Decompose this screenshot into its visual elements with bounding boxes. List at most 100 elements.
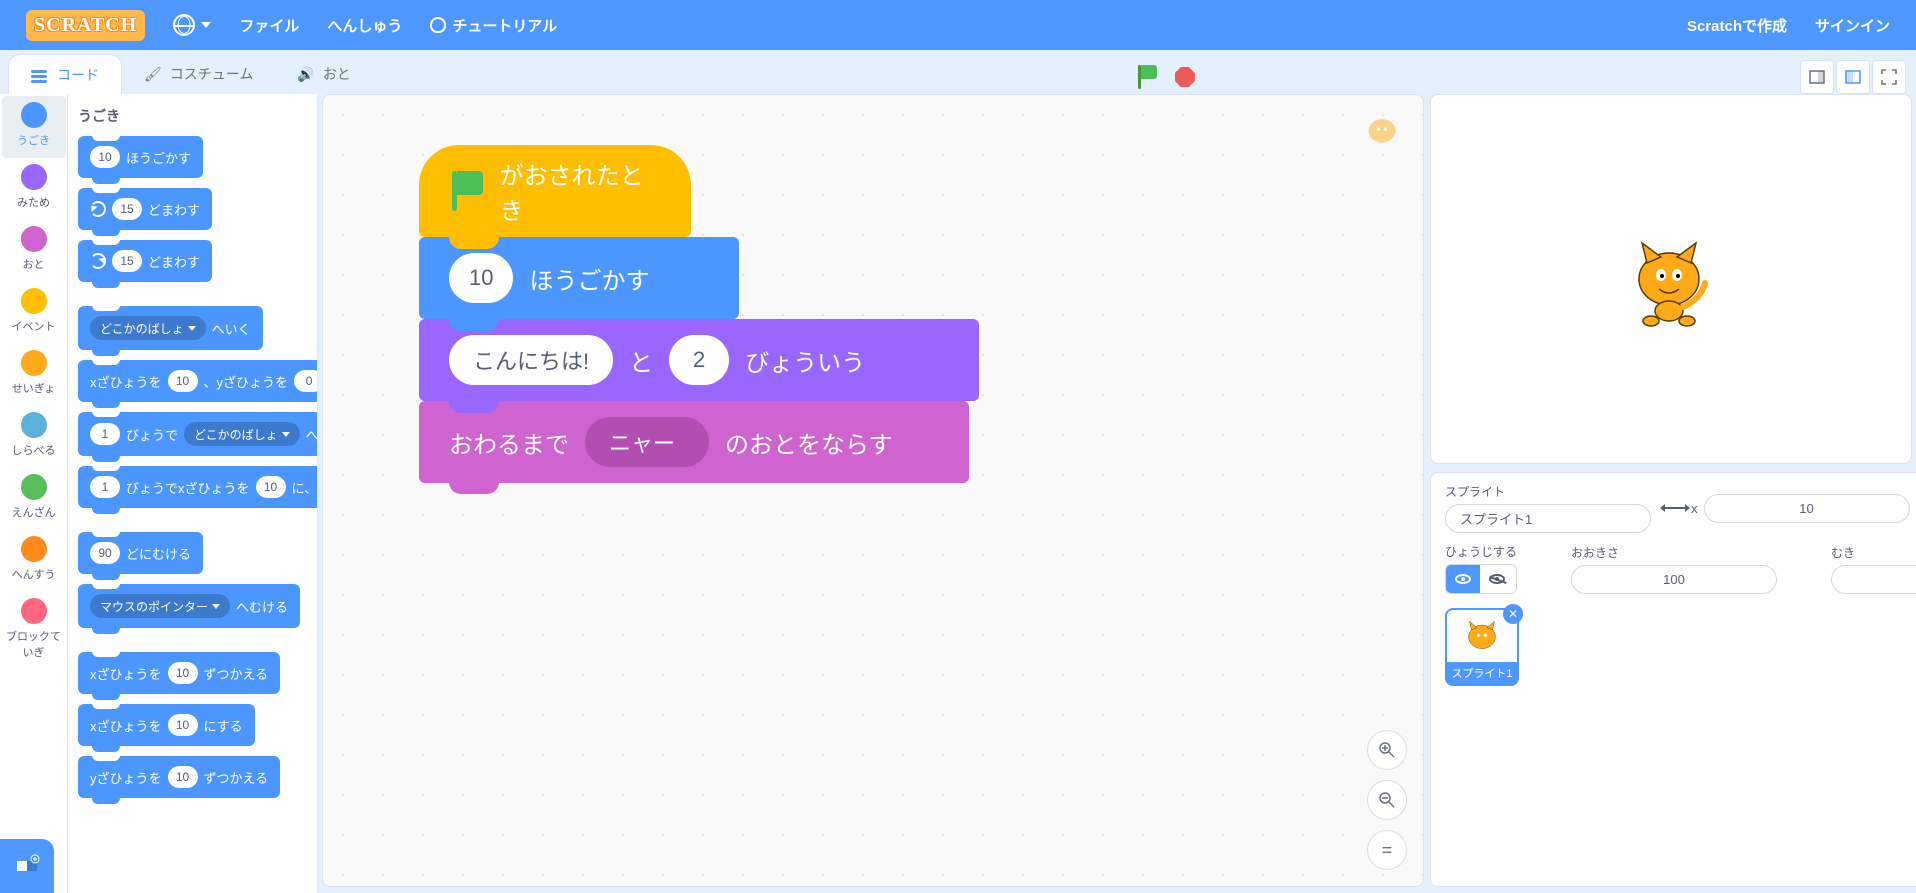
- zoom-out-button[interactable]: [1367, 780, 1407, 820]
- script-stack[interactable]: がおされたとき 10 ほうごかす こんにちは! と 2 びょういう おわるまで: [419, 145, 979, 483]
- num-input[interactable]: 0: [294, 370, 318, 392]
- block-play-sound-until-done[interactable]: おわるまで ニャー のおとをならす: [419, 401, 969, 483]
- green-flag-icon: [1136, 65, 1158, 89]
- language-menu[interactable]: [159, 14, 225, 36]
- block-move-steps-script[interactable]: 10 ほうごかす: [419, 237, 739, 319]
- category-control[interactable]: せいぎょ: [2, 344, 66, 406]
- stop-button[interactable]: [1171, 63, 1199, 91]
- sign-in-button[interactable]: サインイン: [1801, 15, 1904, 36]
- block-turn-cw[interactable]: 15 どまわす: [78, 188, 212, 230]
- block-palette: うごき 10 ほうごかす 15 どまわす 15 どまわす どこかのばしょ へいく…: [68, 94, 318, 893]
- zoom-controls: =: [1367, 730, 1407, 870]
- num-input[interactable]: 10: [168, 662, 198, 684]
- stage-small-button[interactable]: [1800, 60, 1834, 94]
- extension-icon: [14, 853, 40, 879]
- category-motion[interactable]: うごき: [2, 96, 66, 158]
- size-label: おおきさ: [1571, 544, 1777, 561]
- rotate-cw-icon: [90, 201, 106, 217]
- add-extension-button[interactable]: [0, 839, 54, 893]
- num-input[interactable]: 15: [112, 250, 142, 272]
- block-change-x[interactable]: xざひょうを 10 ずつかえる: [78, 652, 280, 694]
- category-variables[interactable]: へんすう: [2, 530, 66, 592]
- x-label: x: [1691, 501, 1698, 516]
- num-input[interactable]: 10: [168, 714, 198, 736]
- direction-label: むき: [1831, 544, 1916, 561]
- num-input[interactable]: 10: [256, 476, 286, 498]
- num-input[interactable]: 15: [112, 198, 142, 220]
- stage[interactable]: [1430, 94, 1912, 464]
- green-flag-icon: [449, 171, 484, 211]
- num-input[interactable]: 1: [90, 476, 120, 498]
- block-move-steps[interactable]: 10 ほうごかす: [78, 136, 203, 178]
- show-label: ひょうじする: [1445, 543, 1517, 560]
- category-myblocks[interactable]: ブロックていぎ: [2, 592, 66, 670]
- category-operators[interactable]: えんざん: [2, 468, 66, 530]
- sprite-list: ✕ スプライト1: [1445, 608, 1916, 686]
- category-events[interactable]: イベント: [2, 282, 66, 344]
- sprite-tile[interactable]: ✕ スプライト1: [1445, 608, 1519, 686]
- selected-sprite-watermark: [1361, 109, 1409, 157]
- made-with-scratch[interactable]: Scratchで作成: [1673, 15, 1801, 36]
- num-input[interactable]: 10: [449, 253, 513, 303]
- category-sensing[interactable]: しらべる: [2, 406, 66, 468]
- tab-sounds[interactable]: 🔊 おと: [275, 54, 372, 94]
- edit-menu[interactable]: へんしゅう: [313, 15, 416, 36]
- block-point-direction[interactable]: 90 どにむける: [78, 532, 203, 574]
- sprite-direction-input[interactable]: [1831, 565, 1916, 594]
- green-flag-button[interactable]: [1133, 63, 1161, 91]
- sprite-tile-name: スプライト1: [1447, 662, 1517, 684]
- tab-code[interactable]: コード: [8, 54, 122, 94]
- block-turn-ccw[interactable]: 15 どまわす: [78, 240, 212, 282]
- stage-large-button[interactable]: [1836, 60, 1870, 94]
- text-input[interactable]: こんにちは!: [449, 335, 613, 385]
- block-say-for-secs[interactable]: こんにちは! と 2 びょういう: [419, 319, 979, 401]
- sprite-info: スプライト x y ひょうじす: [1430, 472, 1916, 887]
- num-input[interactable]: 2: [669, 335, 729, 385]
- tab-row: コード 🖌 コスチューム 🔊 おと: [0, 50, 1916, 94]
- stop-icon: [1175, 67, 1195, 87]
- dropdown[interactable]: どこかのばしょ: [90, 316, 206, 340]
- menubar: SCRATCH ファイル へんしゅう チュートリアル Scratchで作成 サイ…: [0, 0, 1916, 50]
- category-looks[interactable]: みため: [2, 158, 66, 220]
- scripts-workspace[interactable]: がおされたとき 10 ほうごかす こんにちは! と 2 びょういう おわるまで: [322, 94, 1424, 887]
- fullscreen-button[interactable]: [1872, 60, 1906, 94]
- dropdown[interactable]: マウスのポインター: [90, 594, 230, 618]
- block-glide-to-menu[interactable]: 1 びょうで どこかのばしょ へ: [78, 412, 318, 456]
- block-change-y[interactable]: yざひょうを 10 ずつかえる: [78, 756, 280, 798]
- sound-icon: 🔊: [297, 66, 314, 83]
- dropdown[interactable]: ニャー: [585, 417, 709, 467]
- zoom-out-icon: [1378, 791, 1396, 809]
- block-point-towards[interactable]: マウスのポインター へむける: [78, 584, 300, 628]
- num-input[interactable]: 10: [168, 766, 198, 788]
- sprite-name-input[interactable]: [1445, 504, 1651, 533]
- delete-sprite-button[interactable]: ✕: [1503, 604, 1523, 624]
- scratch-logo[interactable]: SCRATCH: [12, 10, 159, 41]
- dropdown[interactable]: どこかのばしょ: [184, 422, 300, 446]
- sprite-x-input[interactable]: [1704, 494, 1910, 523]
- category-sound[interactable]: おと: [2, 220, 66, 282]
- block-goto-xy[interactable]: xざひょうを 10 、yざひょうを 0 にする: [78, 360, 318, 402]
- sprite-cat[interactable]: [1621, 229, 1721, 329]
- block-set-x[interactable]: xざひょうを 10 にする: [78, 704, 255, 746]
- block-when-flag-clicked[interactable]: がおされたとき: [419, 145, 691, 237]
- large-stage-icon: [1845, 69, 1861, 85]
- zoom-in-button[interactable]: [1367, 730, 1407, 770]
- num-input[interactable]: 90: [90, 542, 120, 564]
- sprite-size-input[interactable]: [1571, 565, 1777, 594]
- chevron-down-icon: [201, 22, 211, 28]
- block-glide-to-xy[interactable]: 1 びょうでxざひょうを 10 に、y: [78, 466, 318, 508]
- show-sprite-button[interactable]: [1446, 565, 1480, 593]
- num-input[interactable]: 10: [168, 370, 198, 392]
- category-column: うごき みため おと イベント せいぎょ しらべる えんざん へんすう ブロック…: [0, 94, 68, 893]
- fullscreen-icon: [1881, 69, 1897, 85]
- hide-sprite-button[interactable]: [1480, 565, 1514, 593]
- block-goto-menu[interactable]: どこかのばしょ へいく: [78, 306, 263, 350]
- num-input[interactable]: 10: [90, 146, 120, 168]
- zoom-reset-button[interactable]: =: [1367, 830, 1407, 870]
- file-menu[interactable]: ファイル: [225, 15, 313, 36]
- tab-costumes[interactable]: 🖌 コスチューム: [122, 54, 275, 94]
- globe-icon: [173, 14, 195, 36]
- cat-icon: [1461, 615, 1503, 657]
- num-input[interactable]: 1: [90, 423, 120, 445]
- tutorials-button[interactable]: チュートリアル: [416, 15, 571, 36]
